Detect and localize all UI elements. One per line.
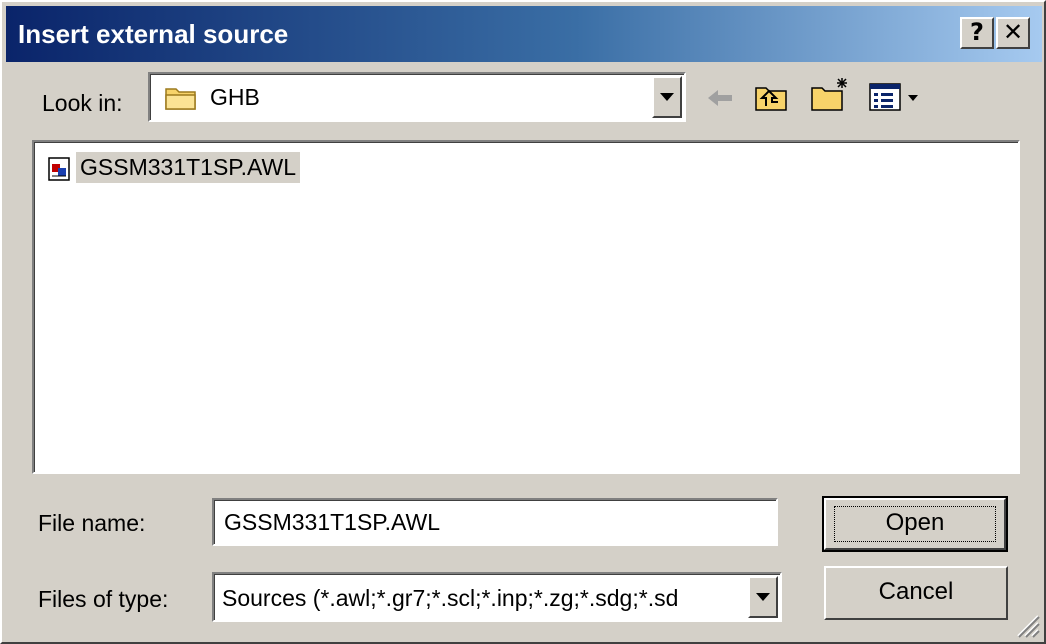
look-in-value: GHB (210, 84, 260, 110)
resize-grip-icon[interactable] (1014, 612, 1040, 638)
open-button[interactable]: Open (822, 496, 1008, 552)
cancel-button[interactable]: Cancel (824, 566, 1008, 620)
title-bar[interactable]: Insert external source ? ✕ (6, 6, 1042, 62)
chevron-down-icon (756, 593, 770, 601)
files-of-type-value: Sources (*.awl;*.gr7;*.scl;*.inp;*.zg;*.… (222, 585, 679, 611)
back-arrow-icon[interactable] (704, 86, 736, 110)
files-of-type-dropdown-button[interactable] (748, 576, 778, 618)
view-menu-icon[interactable] (868, 82, 926, 112)
help-button[interactable]: ? (960, 17, 994, 49)
new-folder-icon[interactable] (810, 76, 850, 112)
file-name-input[interactable]: GSSM331T1SP.AWL (212, 498, 778, 546)
up-folder-icon[interactable] (754, 80, 788, 112)
file-name-value: GSSM331T1SP.AWL (224, 509, 441, 535)
file-name-label: File name: (38, 510, 146, 536)
close-button[interactable]: ✕ (996, 17, 1030, 49)
dialog-title: Insert external source (18, 19, 289, 49)
files-of-type-label: Files of type: (38, 586, 169, 612)
focus-rect (834, 506, 996, 542)
cancel-button-label: Cancel (878, 578, 954, 605)
file-name-label: GSSM331T1SP.AWL (76, 152, 301, 183)
chevron-down-icon (660, 93, 674, 101)
look-in-label: Look in: (42, 90, 123, 116)
look-in-dropdown-button[interactable] (652, 76, 682, 118)
file-list[interactable]: GSSM331T1SP.AWL (32, 140, 1020, 474)
insert-source-dialog: Insert external source ? ✕ Look in: GHB (0, 0, 1046, 644)
files-of-type-select[interactable]: Sources (*.awl;*.gr7;*.scl;*.inp;*.zg;*.… (212, 572, 782, 622)
look-in-combo[interactable]: GHB (148, 72, 686, 122)
folder-icon (165, 88, 196, 110)
awl-file-icon (48, 157, 70, 181)
